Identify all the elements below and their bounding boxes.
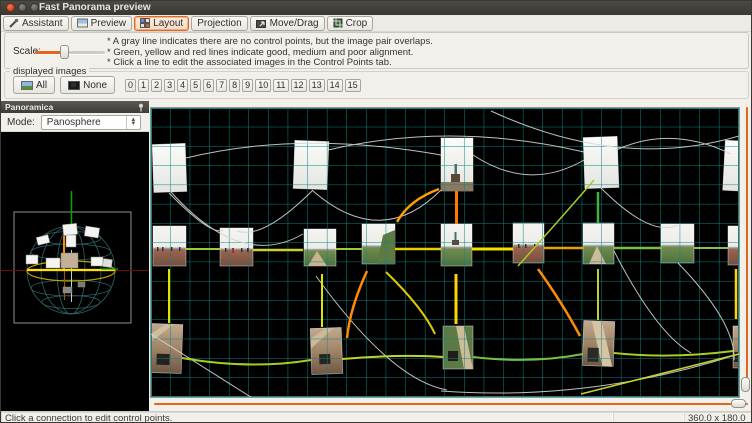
window-minimize-button[interactable] <box>18 3 27 12</box>
pitch-slider[interactable] <box>739 101 752 397</box>
scale-help-box: Scale: * A gray line indicates there are… <box>4 32 749 69</box>
image-toggle-button-7[interactable]: 7 <box>216 79 227 92</box>
no-images-icon <box>68 81 80 90</box>
image-toggle-button-15[interactable]: 15 <box>345 79 361 92</box>
tab-label: Move/Drag <box>270 18 319 29</box>
assistant-icon <box>9 18 19 28</box>
statusbar-pano-size: 360.0 x 180.0 <box>684 412 752 423</box>
panosphere-drawing <box>1 132 149 411</box>
all-button-label: All <box>36 80 47 91</box>
tab-label: Layout <box>153 18 183 29</box>
tab-label: Preview <box>91 18 127 29</box>
statusbar-spacer <box>613 412 684 423</box>
crop-icon <box>333 18 343 28</box>
image-toggle-button-13[interactable]: 13 <box>309 79 325 92</box>
image-toggle-button-2[interactable]: 2 <box>151 79 162 92</box>
pitch-slider-thumb[interactable] <box>741 377 750 392</box>
yaw-slider[interactable] <box>149 397 752 411</box>
all-button[interactable]: All <box>13 76 55 94</box>
hint-line: * A gray line indicates there are no con… <box>107 37 433 48</box>
image-toggle-button-14[interactable]: 14 <box>327 79 343 92</box>
pin-icon[interactable] <box>137 103 145 112</box>
combo-spinner-icon[interactable]: ▲▼ <box>126 116 140 129</box>
panosphere-view[interactable] <box>1 132 149 411</box>
image-toggle-buttons: 0123456789101112131415 <box>125 79 361 92</box>
pitch-slider-track <box>746 107 748 391</box>
yaw-slider-thumb[interactable] <box>731 399 746 408</box>
tab-crop[interactable]: Crop <box>327 16 374 31</box>
window-maximize-button[interactable] <box>30 3 39 12</box>
window-title: Fast Panorama preview <box>39 2 151 13</box>
move-drag-icon <box>256 18 267 28</box>
window-close-button[interactable] <box>6 3 15 12</box>
image-toggle-button-0[interactable]: 0 <box>125 79 136 92</box>
scale-slider-thumb[interactable] <box>60 45 69 59</box>
titlebar: Fast Panorama preview <box>1 1 751 15</box>
hint-line: * Click a line to edit the associated im… <box>107 58 433 69</box>
mode-toolbar: Assistant Preview Layout Projection Move… <box>1 15 751 32</box>
layout-icon <box>140 18 150 28</box>
none-button-label: None <box>83 80 107 91</box>
image-toggle-button-11[interactable]: 11 <box>273 79 288 92</box>
statusbar-message: Click a connection to edit control point… <box>1 412 613 423</box>
none-button[interactable]: None <box>60 76 115 94</box>
layout-drawing <box>151 108 739 397</box>
overview-panel-header[interactable]: Panoramica <box>1 101 149 113</box>
mode-select[interactable]: Panosphere ▲▼ <box>41 115 141 130</box>
mode-label: Mode: <box>7 117 35 128</box>
preview-icon <box>77 18 88 28</box>
image-toggle-button-5[interactable]: 5 <box>190 79 201 92</box>
fast-panorama-preview-window: Fast Panorama preview Assistant Preview … <box>0 0 752 423</box>
statusbar: Click a connection to edit control point… <box>1 411 752 423</box>
tab-projection[interactable]: Projection <box>191 16 247 31</box>
mode-value: Panosphere <box>47 117 101 128</box>
image-toggle-button-3[interactable]: 3 <box>164 79 175 92</box>
image-toggle-button-6[interactable]: 6 <box>203 79 214 92</box>
all-images-icon <box>21 81 33 90</box>
tab-label: Assistant <box>22 18 63 29</box>
tab-label: Projection <box>197 18 241 29</box>
tab-move-drag[interactable]: Move/Drag <box>250 16 325 31</box>
displayed-images-row: All None 0123456789101112131415 <box>13 76 361 94</box>
yaw-slider-track <box>154 403 748 405</box>
image-toggle-button-9[interactable]: 9 <box>242 79 253 92</box>
image-toggle-button-1[interactable]: 1 <box>138 79 149 92</box>
overview-panel-title: Panoramica <box>5 102 53 112</box>
image-toggle-button-8[interactable]: 8 <box>229 79 240 92</box>
mode-row: Mode: Panosphere ▲▼ <box>1 113 149 132</box>
image-toggle-button-4[interactable]: 4 <box>177 79 188 92</box>
displayed-images-group: displayed images All None 01234567891011… <box>4 71 749 99</box>
tab-label: Crop <box>346 18 368 29</box>
tab-assistant[interactable]: Assistant <box>3 16 69 31</box>
overview-panel: Panoramica Mode: Panosphere ▲▼ <box>1 101 149 411</box>
statusbar-message-text: Click a connection to edit control point… <box>5 413 172 423</box>
scale-slider[interactable] <box>35 51 105 54</box>
image-toggle-button-10[interactable]: 10 <box>255 79 271 92</box>
panorama-grid <box>151 108 739 397</box>
tab-preview[interactable]: Preview <box>71 16 133 31</box>
statusbar-pano-size-text: 360.0 x 180.0 <box>688 413 746 423</box>
hint-text: * A gray line indicates there are no con… <box>107 37 433 69</box>
layout-canvas[interactable] <box>150 107 740 398</box>
image-toggle-button-12[interactable]: 12 <box>291 79 307 92</box>
tab-layout[interactable]: Layout <box>134 16 189 31</box>
